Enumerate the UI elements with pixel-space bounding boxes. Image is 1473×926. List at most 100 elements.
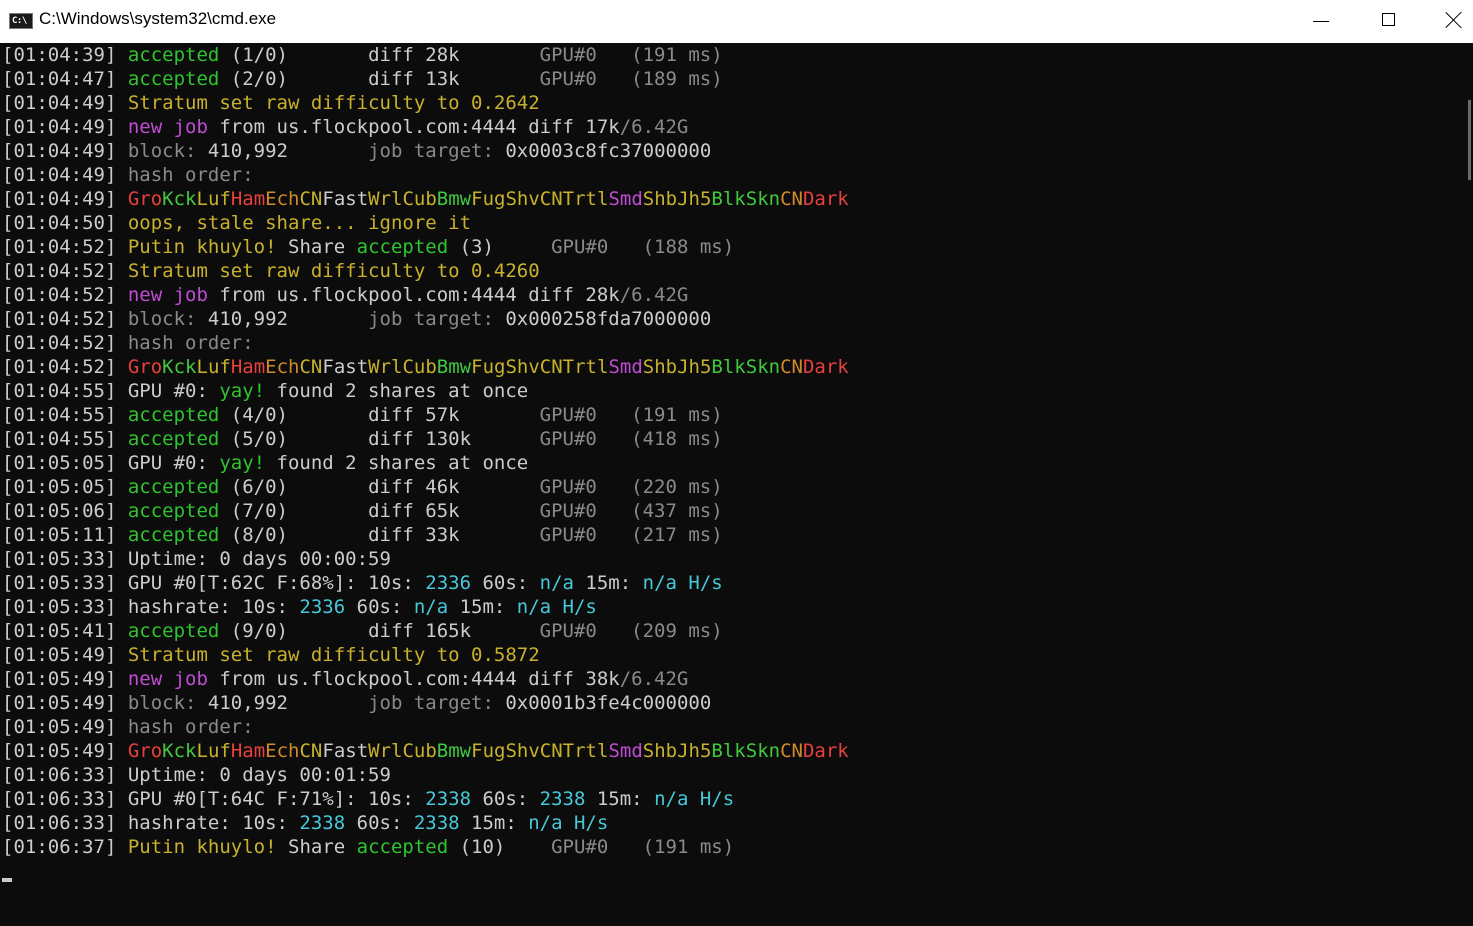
console-segment: found 2 shares at once <box>265 452 529 474</box>
console-segment: Putin khuylo! <box>127 836 277 858</box>
console-segment: [01:05:33] hashrate: 10s: <box>2 596 300 618</box>
console-segment: Luf <box>196 356 231 378</box>
console-line: [01:04:52] new job from us.flockpool.com… <box>2 283 849 307</box>
cmd-app-icon[interactable]: C:\ <box>9 13 33 29</box>
maximize-button[interactable] <box>1356 0 1422 43</box>
close-button[interactable] <box>1424 0 1473 43</box>
console-segment: Fug <box>471 356 506 378</box>
console-text: [01:04:39] accepted (1/0) diff 28k GPU#0… <box>2 43 849 859</box>
close-icon <box>1443 9 1465 31</box>
console-segment: Ech <box>265 356 300 378</box>
console-segment: [01:05:05] GPU #0: <box>2 452 220 474</box>
console-segment: Bmw <box>436 356 472 378</box>
console-output[interactable]: [01:04:39] accepted (1/0) diff 28k GPU#0… <box>0 43 1473 926</box>
minimize-icon <box>1313 21 1329 22</box>
console-segment: hash order: <box>127 164 254 186</box>
console-segment: [01:04:52] <box>2 332 128 354</box>
console-line: [01:04:49] block: 410,992 job target: 0x… <box>2 139 849 163</box>
console-segment: new job <box>127 284 208 306</box>
console-segment: Stratum set raw difficulty to 0.2642 <box>127 92 540 114</box>
console-segment: (9/0) diff 165k <box>219 620 540 642</box>
console-segment: Luf <box>196 740 231 762</box>
console-segment: /6.42G <box>619 668 689 690</box>
console-segment: found 2 shares at once <box>265 380 529 402</box>
console-segment: 15m: <box>585 788 655 810</box>
console-segment: [01:06:33] hashrate: 10s: <box>2 812 300 834</box>
console-line: [01:05:49] GroKckLufHamEchCNFastWrlCubBm… <box>2 739 849 763</box>
console-segment: 2336 <box>299 596 346 618</box>
console-segment: 15m: <box>459 812 529 834</box>
console-segment: [01:05:49] <box>2 644 128 666</box>
console-segment: 0x0003c8fc37000000 <box>505 140 712 162</box>
console-segment: 60s: <box>345 812 414 834</box>
console-line: [01:06:33] Uptime: 0 days 00:01:59 <box>2 763 849 787</box>
console-segment: [01:04:49] <box>2 116 128 138</box>
console-segment: CN <box>539 740 563 762</box>
console-segment: [01:04:39] <box>2 44 128 66</box>
console-line: [01:05:11] accepted (8/0) diff 33k GPU#0… <box>2 523 849 547</box>
console-line: [01:04:49] Stratum set raw difficulty to… <box>2 91 849 115</box>
console-segment: 2338 <box>425 788 472 810</box>
console-segment: [01:04:49] <box>2 164 128 186</box>
console-segment: job target: <box>368 308 506 330</box>
console-segment: Gro <box>127 356 163 378</box>
console-segment: from us.flockpool.com:4444 diff 17k <box>207 116 620 138</box>
console-segment: Blk <box>711 740 746 762</box>
console-segment: [01:04:55] GPU #0: <box>2 380 220 402</box>
console-segment: Ech <box>265 740 300 762</box>
console-line: [01:05:33] GPU #0[T:62C F:68%]: 10s: 233… <box>2 571 849 595</box>
console-segment: Trtl <box>562 188 609 210</box>
console-segment: Cub <box>402 356 437 378</box>
console-segment: new job <box>127 116 208 138</box>
console-segment: [01:05:06] <box>2 500 128 522</box>
console-segment: Dark <box>802 740 849 762</box>
console-segment: /6.42G <box>619 116 689 138</box>
scrollbar[interactable] <box>1467 43 1473 926</box>
console-segment: accepted <box>356 836 449 858</box>
scroll-thumb[interactable] <box>1468 100 1471 180</box>
console-segment: (1/0) diff 28k <box>219 44 540 66</box>
console-segment: 2338 <box>539 788 586 810</box>
console-segment: Skn <box>745 356 781 378</box>
console-segment: yay! <box>219 452 266 474</box>
console-segment: [01:06:33] GPU #0[T:64C F:71%]: 10s: <box>2 788 426 810</box>
console-line: [01:04:49] new job from us.flockpool.com… <box>2 115 849 139</box>
console-segment: from us.flockpool.com:4444 diff 38k <box>207 668 620 690</box>
console-segment: Shb <box>642 188 678 210</box>
console-segment: [01:04:49] <box>2 92 128 114</box>
console-segment: [01:05:49] <box>2 692 128 714</box>
console-segment: Dark <box>802 356 849 378</box>
console-line: [01:05:05] accepted (6/0) diff 46k GPU#0… <box>2 475 849 499</box>
console-line: [01:05:05] GPU #0: yay! found 2 shares a… <box>2 451 849 475</box>
console-line: [01:06:33] GPU #0[T:64C F:71%]: 10s: 233… <box>2 787 849 811</box>
console-segment: Wrl <box>368 188 403 210</box>
console-segment: [01:04:55] <box>2 404 128 426</box>
console-segment: Ham <box>230 356 266 378</box>
console-segment: [01:04:47] <box>2 68 128 90</box>
console-line: [01:05:33] Uptime: 0 days 00:00:59 <box>2 547 849 571</box>
console-segment: CN <box>780 356 803 378</box>
console-segment: job target: <box>368 140 506 162</box>
console-segment: Wrl <box>368 356 403 378</box>
console-segment: 0x000258fda7000000 <box>505 308 712 330</box>
console-segment: (3) <box>448 236 552 258</box>
minimize-button[interactable] <box>1288 0 1354 43</box>
console-segment: Trtl <box>562 740 609 762</box>
console-line: [01:04:49] hash order: <box>2 163 849 187</box>
console-line: [01:04:55] accepted (5/0) diff 130k GPU#… <box>2 427 849 451</box>
console-segment: GPU#0 (191 ms) <box>551 836 735 858</box>
console-segment: Smd <box>608 356 643 378</box>
console-line: [01:05:49] block: 410,992 job target: 0x… <box>2 691 849 715</box>
console-segment: Gro <box>127 188 163 210</box>
console-segment: Kck <box>162 740 197 762</box>
title-bar[interactable]: C:\ C:\Windows\system32\cmd.exe <box>0 0 1473 43</box>
console-segment: GPU#0 (188 ms) <box>551 236 735 258</box>
console-segment: accepted <box>127 428 220 450</box>
console-segment: Shb <box>642 740 678 762</box>
console-line: [01:04:52] Stratum set raw difficulty to… <box>2 259 849 283</box>
console-segment: Stratum set raw difficulty to 0.4260 <box>127 260 540 282</box>
console-segment: block: <box>127 692 208 714</box>
console-segment: oops, stale share... ignore it <box>127 212 472 234</box>
console-segment: Smd <box>608 188 643 210</box>
console-segment: [01:04:50] <box>2 212 128 234</box>
